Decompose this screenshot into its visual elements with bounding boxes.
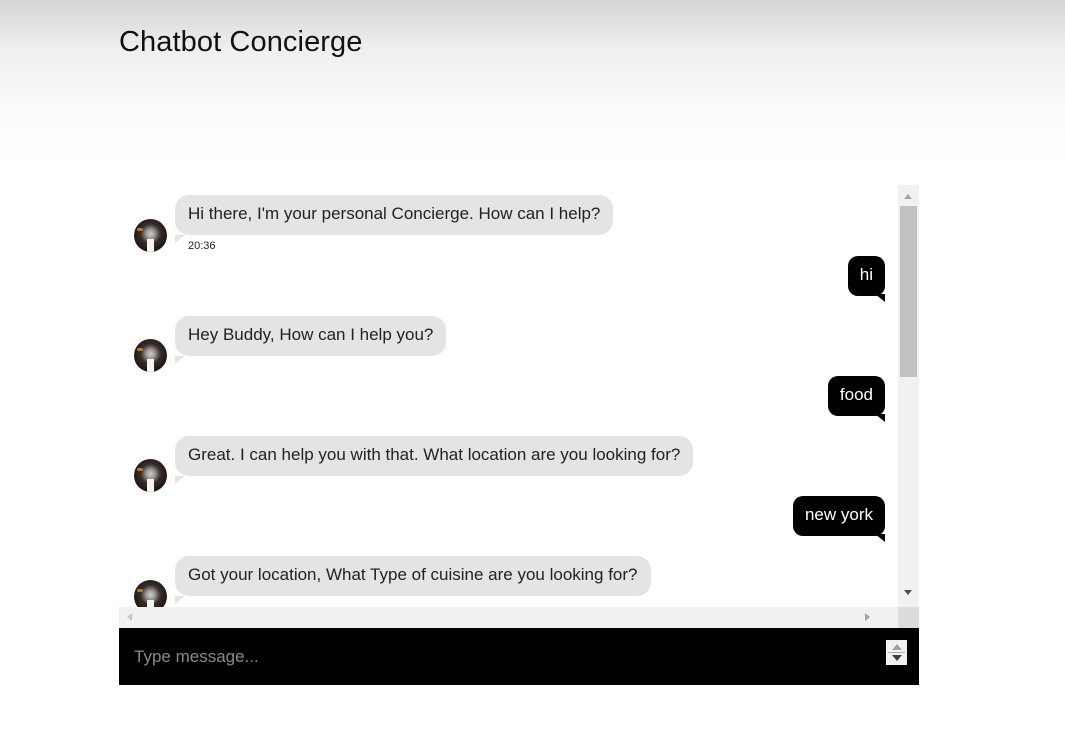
chat-window: Hi there, I'm your personal Concierge. H…	[119, 185, 919, 685]
bot-message: Hey Buddy, How can I help you?	[119, 316, 898, 376]
scroll-right-arrow-icon[interactable]	[865, 613, 870, 621]
scroll-down-arrow-icon[interactable]	[904, 590, 912, 595]
bot-bubble: Got your location, What Type of cuisine …	[175, 556, 651, 596]
concierge-avatar	[134, 219, 167, 252]
bubble-tail	[875, 294, 885, 302]
horizontal-scrollbar[interactable]	[119, 607, 898, 628]
concierge-avatar	[134, 339, 167, 372]
spinner-divider	[888, 652, 905, 653]
user-bubble: new york	[792, 496, 885, 536]
user-bubble: hi	[847, 256, 885, 296]
scrollbar-corner	[898, 607, 919, 628]
number-spinner[interactable]	[886, 640, 907, 665]
bot-message: Hi there, I'm your personal Concierge. H…	[119, 195, 898, 265]
bubble-tail	[875, 414, 885, 422]
user-message: new york	[119, 496, 898, 546]
bot-bubble: Hey Buddy, How can I help you?	[175, 316, 447, 356]
user-message: hi	[119, 256, 898, 306]
concierge-avatar	[134, 580, 167, 607]
vertical-scrollbar[interactable]	[898, 185, 919, 607]
user-message: food	[119, 376, 898, 426]
page-title: Chatbot Concierge	[119, 26, 363, 58]
bubble-tail	[175, 235, 185, 243]
bubble-tail	[175, 356, 185, 364]
scroll-up-arrow-icon[interactable]	[904, 194, 912, 199]
bubble-tail	[875, 534, 885, 542]
spinner-up-icon[interactable]	[892, 644, 902, 650]
bot-message: Great. I can help you with that. What lo…	[119, 436, 898, 496]
message-input[interactable]	[119, 628, 879, 685]
message-composer	[119, 628, 919, 685]
bot-bubble: Great. I can help you with that. What lo…	[175, 436, 694, 476]
scrollbar-thumb[interactable]	[900, 206, 917, 377]
user-bubble: food	[827, 376, 885, 416]
scroll-left-arrow-icon[interactable]	[127, 613, 132, 621]
bubble-tail	[175, 476, 185, 484]
bot-bubble: Hi there, I'm your personal Concierge. H…	[175, 195, 614, 235]
message-timestamp: 20:36	[188, 240, 216, 252]
message-list: Hi there, I'm your personal Concierge. H…	[119, 185, 898, 607]
bubble-tail	[175, 596, 185, 604]
concierge-avatar	[134, 459, 167, 492]
spinner-down-icon[interactable]	[892, 655, 902, 661]
bot-message: Got your location, What Type of cuisine …	[119, 556, 898, 607]
